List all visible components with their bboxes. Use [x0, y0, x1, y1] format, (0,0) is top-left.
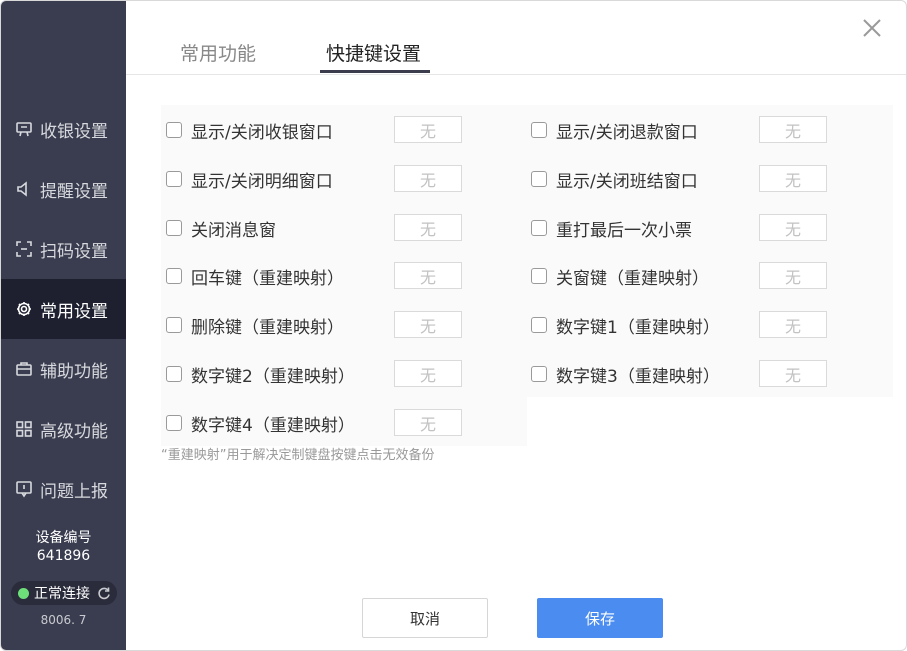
cancel-button[interactable]: 取消 — [362, 598, 488, 638]
remap-note: “重建映射”用于解决定制键盘按键点击无效备份 — [161, 448, 435, 463]
sidebar-item-label: 收银设置 — [40, 121, 108, 142]
shortcut-row: 显示/关闭明细窗口 — [166, 164, 333, 194]
header-divider — [126, 74, 906, 75]
shortcut-checkbox[interactable] — [531, 122, 547, 138]
status-dot-icon — [18, 587, 29, 599]
shortcut-panel — [161, 105, 893, 397]
shortcut-label: 数字键1（重建映射） — [556, 317, 720, 338]
shortcut-row: 数字键2（重建映射） — [166, 359, 355, 389]
refresh-icon[interactable] — [97, 586, 111, 600]
shortcut-key-input[interactable]: 无 — [394, 262, 462, 289]
shortcut-row: 显示/关闭收银窗口 — [166, 115, 333, 145]
shortcut-key-input[interactable]: 无 — [394, 165, 462, 192]
sidebar-item-label: 扫码设置 — [40, 241, 108, 262]
device-number-label: 设备编号 — [35, 530, 92, 546]
tab-shortcut-settings[interactable]: 快捷键设置 — [326, 39, 421, 66]
shortcut-checkbox[interactable] — [531, 366, 547, 382]
version-text: 8006. 7 — [40, 613, 87, 627]
sidebar-item-label: 辅助功能 — [40, 361, 108, 382]
sidebar: 收银设置 提醒设置 扫码设置 常用设置 辅助功能 高级功能 问题上报 设备编号 … — [1, 1, 126, 650]
shortcut-checkbox[interactable] — [531, 171, 547, 187]
shortcut-row: 数字键4（重建映射） — [166, 408, 355, 438]
cashier-icon — [15, 120, 33, 138]
shortcut-checkbox[interactable] — [166, 366, 182, 382]
shortcut-key-input[interactable]: 无 — [759, 116, 827, 143]
shortcut-label: 关闭消息窗 — [191, 220, 276, 241]
shortcut-row: 重打最后一次小票 — [531, 213, 692, 243]
shortcut-row: 关闭消息窗 — [166, 213, 276, 243]
sidebar-item-common-settings[interactable]: 常用设置 — [1, 279, 126, 339]
shortcut-key-input[interactable]: 无 — [394, 311, 462, 338]
shortcut-label: 显示/关闭退款窗口 — [556, 122, 698, 143]
close-icon — [863, 19, 881, 37]
shortcut-key-input[interactable]: 无 — [759, 360, 827, 387]
shortcut-key-input[interactable]: 无 — [394, 360, 462, 387]
shortcut-label: 重打最后一次小票 — [556, 220, 692, 241]
sidebar-item-advanced-functions[interactable]: 高级功能 — [1, 399, 126, 459]
speaker-icon — [15, 180, 33, 198]
shortcut-row: 显示/关闭班结窗口 — [531, 164, 698, 194]
shortcut-checkbox[interactable] — [531, 268, 547, 284]
shortcut-row: 数字键1（重建映射） — [531, 310, 720, 340]
shortcut-label: 数字键2（重建映射） — [191, 366, 355, 387]
shortcut-checkbox[interactable] — [166, 220, 182, 236]
shortcut-label: 数字键4（重建映射） — [191, 415, 355, 436]
shortcut-key-input[interactable]: 无 — [759, 311, 827, 338]
connection-status-badge: 正常连接 — [11, 581, 117, 605]
connection-status-text: 正常连接 — [34, 586, 90, 602]
shortcut-checkbox[interactable] — [531, 317, 547, 333]
report-icon — [15, 480, 33, 498]
shortcut-checkbox[interactable] — [531, 220, 547, 236]
sidebar-item-label: 问题上报 — [40, 481, 108, 502]
shortcut-checkbox[interactable] — [166, 268, 182, 284]
device-number-value: 641896 — [36, 548, 91, 564]
sidebar-item-report-issue[interactable]: 问题上报 — [1, 459, 126, 519]
save-button[interactable]: 保存 — [537, 598, 663, 638]
shortcut-checkbox[interactable] — [166, 317, 182, 333]
shortcut-key-input[interactable]: 无 — [394, 214, 462, 241]
shortcut-key-input[interactable]: 无 — [394, 409, 462, 436]
shortcut-key-input[interactable]: 无 — [759, 165, 827, 192]
gear-icon — [15, 300, 33, 318]
sidebar-item-reminder-settings[interactable]: 提醒设置 — [1, 159, 126, 219]
shortcut-label: 数字键3（重建映射） — [556, 366, 720, 387]
shortcut-checkbox[interactable] — [166, 122, 182, 138]
shortcut-label: 关窗键（重建映射） — [556, 268, 709, 289]
settings-window: 收银设置 提醒设置 扫码设置 常用设置 辅助功能 高级功能 问题上报 设备编号 … — [0, 0, 907, 651]
shortcut-row: 删除键（重建映射） — [166, 310, 344, 340]
shortcut-label: 删除键（重建映射） — [191, 317, 344, 338]
shortcut-checkbox[interactable] — [166, 171, 182, 187]
sidebar-item-assist-functions[interactable]: 辅助功能 — [1, 339, 126, 399]
shortcut-label: 显示/关闭明细窗口 — [191, 171, 333, 192]
shortcut-key-input[interactable]: 无 — [394, 116, 462, 143]
shortcut-label: 回车键（重建映射） — [191, 268, 344, 289]
shortcut-key-input[interactable]: 无 — [759, 214, 827, 241]
sidebar-item-label: 常用设置 — [40, 301, 108, 322]
toolbox-icon — [15, 360, 33, 378]
shortcut-row: 显示/关闭退款窗口 — [531, 115, 698, 145]
shortcut-row: 回车键（重建映射） — [166, 261, 344, 291]
shortcut-row: 关窗键（重建映射） — [531, 261, 709, 291]
shortcut-label: 显示/关闭收银窗口 — [191, 122, 333, 143]
sidebar-item-scan-settings[interactable]: 扫码设置 — [1, 219, 126, 279]
sidebar-item-label: 高级功能 — [40, 421, 108, 442]
close-button[interactable] — [859, 15, 885, 41]
shortcut-key-input[interactable]: 无 — [759, 262, 827, 289]
shortcut-checkbox[interactable] — [166, 415, 182, 431]
sidebar-item-label: 提醒设置 — [40, 181, 108, 202]
shortcut-row: 数字键3（重建映射） — [531, 359, 720, 389]
active-tab-indicator — [320, 70, 430, 73]
shortcut-label: 显示/关闭班结窗口 — [556, 171, 698, 192]
scan-icon — [15, 240, 33, 258]
tab-common-functions[interactable]: 常用功能 — [180, 39, 256, 66]
grid-icon — [15, 420, 33, 438]
sidebar-item-cashier-settings[interactable]: 收银设置 — [1, 99, 126, 159]
